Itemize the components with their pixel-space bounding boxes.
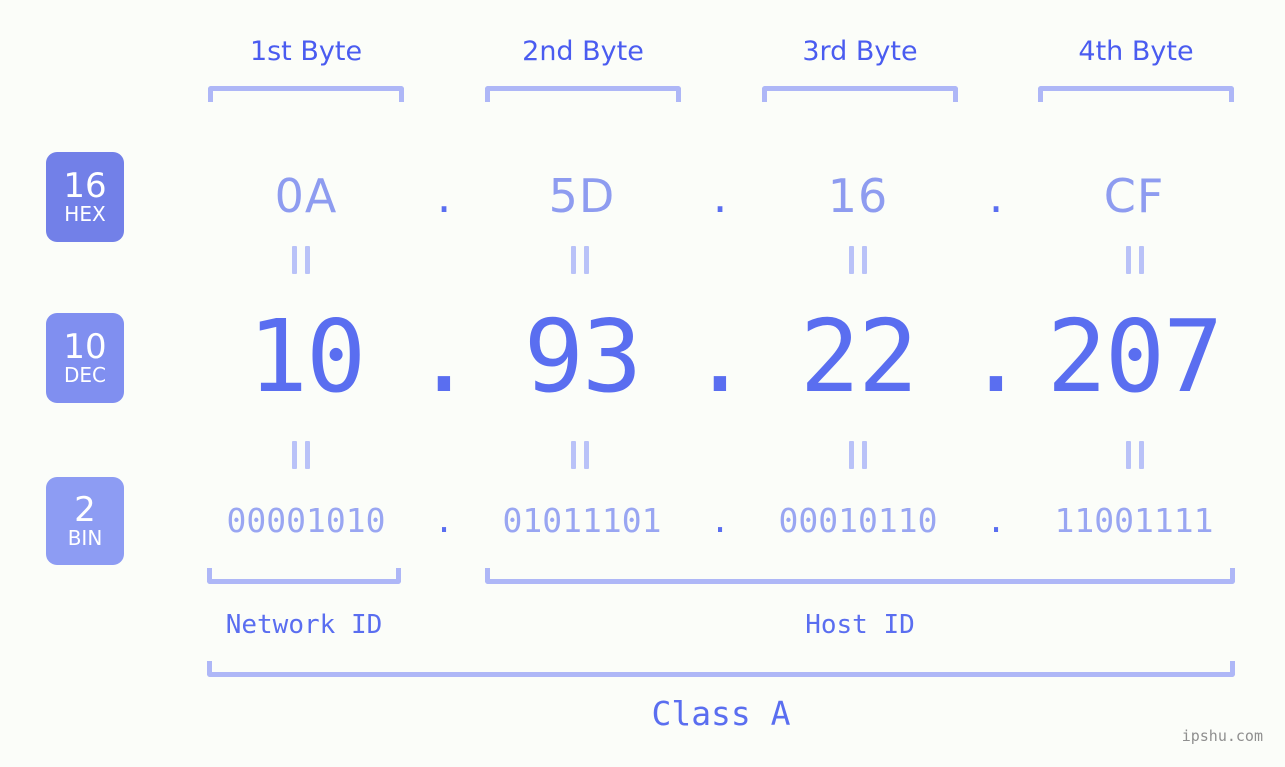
badge-dec: 10 DEC <box>46 313 124 403</box>
equals-symbol-hex-dec-4 <box>1126 246 1144 274</box>
badge-hex-name: HEX <box>64 202 106 226</box>
hex-byte-3: 16 <box>827 169 889 223</box>
class-label: Class A <box>651 694 791 733</box>
dec-separator-2: . <box>689 297 751 415</box>
bin-separator-1: . <box>434 500 454 540</box>
byte-bracket-2 <box>485 86 681 102</box>
network-id-bracket <box>207 568 401 584</box>
bin-separator-3: . <box>986 500 1006 540</box>
dec-separator-1: . <box>413 297 475 415</box>
equals-symbol-hex-dec-2 <box>571 246 589 274</box>
byte-header-4: 4th Byte <box>1078 36 1194 67</box>
equals-symbol-hex-dec-1 <box>292 246 310 274</box>
network-id-label: Network ID <box>225 610 383 640</box>
byte-bracket-1 <box>208 86 404 102</box>
byte-bracket-3 <box>762 86 958 102</box>
badge-bin: 2 BIN <box>46 477 124 565</box>
hex-value-row: 0A . 5D . 16 . CF <box>150 148 1245 244</box>
equals-symbol-dec-bin-3 <box>849 441 867 469</box>
equals-symbol-hex-dec-3 <box>849 246 867 274</box>
host-id-label: Host ID <box>805 610 915 640</box>
bin-value-row: 00001010 . 01011101 . 00010110 . 1100111… <box>150 485 1245 555</box>
badge-dec-name: DEC <box>63 363 106 387</box>
dec-separator-3: . <box>965 297 1027 415</box>
bin-separator-2: . <box>710 500 730 540</box>
class-bracket <box>207 661 1235 677</box>
dec-value-row: 10 . 93 . 22 . 207 <box>150 296 1245 416</box>
dec-byte-4: 207 <box>1046 297 1224 415</box>
site-watermark: ipshu.com <box>1181 727 1263 745</box>
bin-byte-3: 00010110 <box>778 500 938 540</box>
hex-byte-1: 0A <box>274 169 338 223</box>
bin-byte-4: 11001111 <box>1054 500 1214 540</box>
equals-symbol-dec-bin-2 <box>571 441 589 469</box>
dec-byte-1: 10 <box>247 297 366 415</box>
byte-header-1: 1st Byte <box>249 36 363 67</box>
badge-hex: 16 HEX <box>46 152 124 242</box>
dec-byte-3: 22 <box>799 297 918 415</box>
byte-header-3: 3rd Byte <box>802 36 918 67</box>
dec-byte-2: 93 <box>523 297 642 415</box>
badge-hex-base: 16 <box>63 166 107 206</box>
ip-address-breakdown-diagram: 1st Byte 2nd Byte 3rd Byte 4th Byte 16 H… <box>0 0 1285 767</box>
hex-separator-1: . <box>436 169 452 223</box>
hex-byte-2: 5D <box>548 169 616 223</box>
hex-byte-4: CF <box>1103 169 1165 223</box>
badge-bin-name: BIN <box>67 526 103 550</box>
byte-header-2: 2nd Byte <box>522 36 644 67</box>
hex-separator-2: . <box>712 169 728 223</box>
badge-dec-base: 10 <box>63 327 107 367</box>
hex-separator-3: . <box>988 169 1004 223</box>
badge-bin-base: 2 <box>74 490 96 530</box>
equals-symbol-dec-bin-1 <box>292 441 310 469</box>
bin-byte-2: 01011101 <box>502 500 662 540</box>
equals-symbol-dec-bin-4 <box>1126 441 1144 469</box>
bin-byte-1: 00001010 <box>226 500 386 540</box>
byte-bracket-4 <box>1038 86 1234 102</box>
host-id-bracket <box>485 568 1235 584</box>
